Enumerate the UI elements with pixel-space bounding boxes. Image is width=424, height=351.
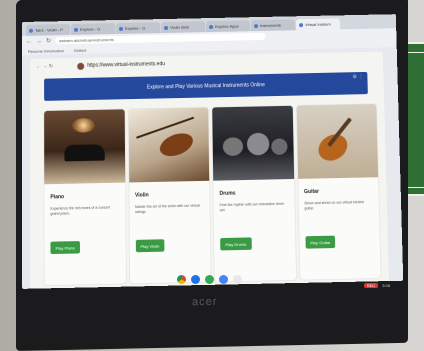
instrument-card-violin: Violin Master the art of the violin with… [128,107,211,284]
files-icon[interactable] [190,274,200,284]
favicon-icon [29,28,34,33]
violin-image [128,107,210,183]
card-description: Experience the rich tones of a concert g… [50,205,110,216]
chromeos-shelf [22,272,396,286]
instrument-card-guitar: Guitar Strum and shred on our virtual el… [296,104,381,280]
laptop-screen: Tabs - Violin - P Explore - G Explore - … [22,14,404,289]
back-arrow-icon[interactable]: ← [26,38,32,44]
play-guitar-button[interactable]: Play Guitar [304,235,336,249]
drums-image [212,105,294,181]
favicon-icon [74,27,79,32]
card-title: Drums [219,190,236,197]
reload-icon[interactable]: ↻ [49,63,53,69]
reload-icon[interactable]: ↻ [46,37,51,44]
laptop-brand-logo: acer [192,295,218,309]
forward-arrow-icon[interactable]: → [36,38,42,44]
favicon-icon [299,22,304,27]
header-settings-icon[interactable]: ⚙ ⋮ [352,74,363,80]
favicon-icon [164,25,169,30]
favicon-icon [254,23,259,28]
bookmark-item[interactable]: Resume Information [28,48,64,54]
docs-icon[interactable] [218,274,228,284]
favicon-icon [119,26,124,31]
card-title: Piano [50,194,65,201]
play-store-icon[interactable] [204,274,214,284]
card-description: Master the art of the violin with our vi… [135,203,200,215]
card-title: Violin [134,192,149,199]
clock: 3:08 [382,283,390,288]
favicon-icon [209,24,214,29]
chrome-icon[interactable] [176,274,186,284]
instrument-card-drums: Drums Feel the rhythm with our interacti… [212,105,296,282]
instrument-card-piano: Piano Experience the rich tones of a con… [44,109,126,286]
piano-image [44,109,125,185]
card-title: Guitar [303,188,320,196]
recording-badge: REC [363,283,379,288]
forward-arrow-icon[interactable]: → [42,64,47,70]
card-description: Feel the rhythm with our interactive dru… [219,201,284,213]
site-logo-icon [77,62,85,70]
site-window: ← → ↻ https://www.virtual-instruments.ed… [30,51,390,289]
system-tray[interactable]: REC 3:08 [363,283,390,288]
bookmark-item[interactable]: Dotted [74,47,86,52]
site-title: Explore and Play Various Musical Instrum… [146,82,265,91]
play-piano-button[interactable]: Play Piano [50,241,81,255]
play-drums-button[interactable]: Play Drums [220,237,252,251]
play-violin-button[interactable]: Play Violin [135,239,165,253]
back-arrow-icon[interactable]: ← [36,64,41,70]
instrument-cards: Piano Experience the rich tones of a con… [44,104,381,286]
card-description: Strum and shred on our virtual electric … [304,200,365,211]
site-url[interactable]: https://www.virtual-instruments.edu [77,61,165,70]
account-icon[interactable] [232,274,242,284]
site-header: Explore and Play Various Musical Instrum… [44,71,368,101]
site-address-row: ← → ↻ https://www.virtual-instruments.ed… [30,51,383,74]
guitar-image [296,104,379,179]
